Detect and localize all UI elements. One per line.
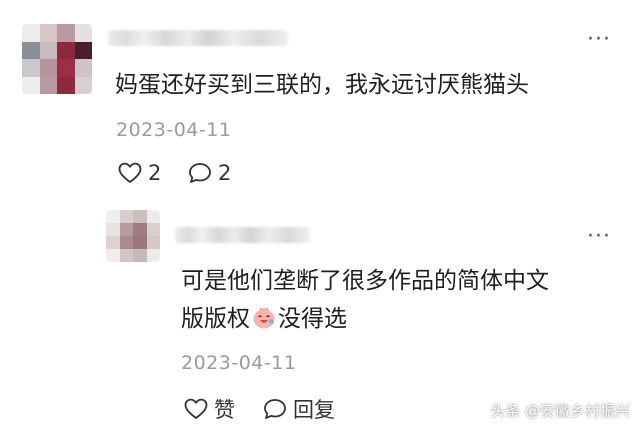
reply-reply-button[interactable]: 回复 [263, 394, 335, 424]
heart-icon [184, 398, 208, 419]
reply-button[interactable]: 2 [188, 161, 231, 185]
laughing-face-emoji-icon [253, 307, 275, 329]
comment-text: 妈蛋还好买到三联的，我永远讨厌熊猫头 [115, 72, 529, 98]
like-count: 2 [148, 161, 162, 185]
reply-text-line-1: 可是他们垄断了很多作品的简体中文 [181, 268, 549, 294]
comment-date: 2023-04-11 [116, 119, 232, 141]
comment-bubble-icon [264, 399, 286, 419]
reply-reply-label: 回复 [293, 398, 335, 422]
reply-text-before-emoji: 版版权 [181, 306, 250, 332]
avatar[interactable] [22, 24, 92, 94]
reply-like-label: 赞 [214, 398, 235, 422]
username[interactable] [108, 30, 288, 46]
comment-bubble-icon [189, 163, 211, 183]
reply-username[interactable] [175, 227, 310, 243]
reply-like-button[interactable]: 赞 [184, 394, 235, 424]
reply-text-after-emoji: 没得选 [278, 306, 347, 332]
more-options-icon[interactable]: ··· [587, 29, 611, 51]
reply-more-options-icon[interactable]: ··· [587, 226, 611, 248]
reply-count: 2 [218, 161, 232, 185]
watermark: 头条 @安徽乡村振兴 [490, 402, 630, 420]
like-button[interactable]: 2 [118, 161, 161, 185]
reply-text-line-2: 版版权 没得选 [181, 302, 347, 337]
reply-date: 2023-04-11 [181, 352, 297, 374]
reply-avatar[interactable] [106, 210, 160, 262]
heart-icon [118, 162, 142, 183]
